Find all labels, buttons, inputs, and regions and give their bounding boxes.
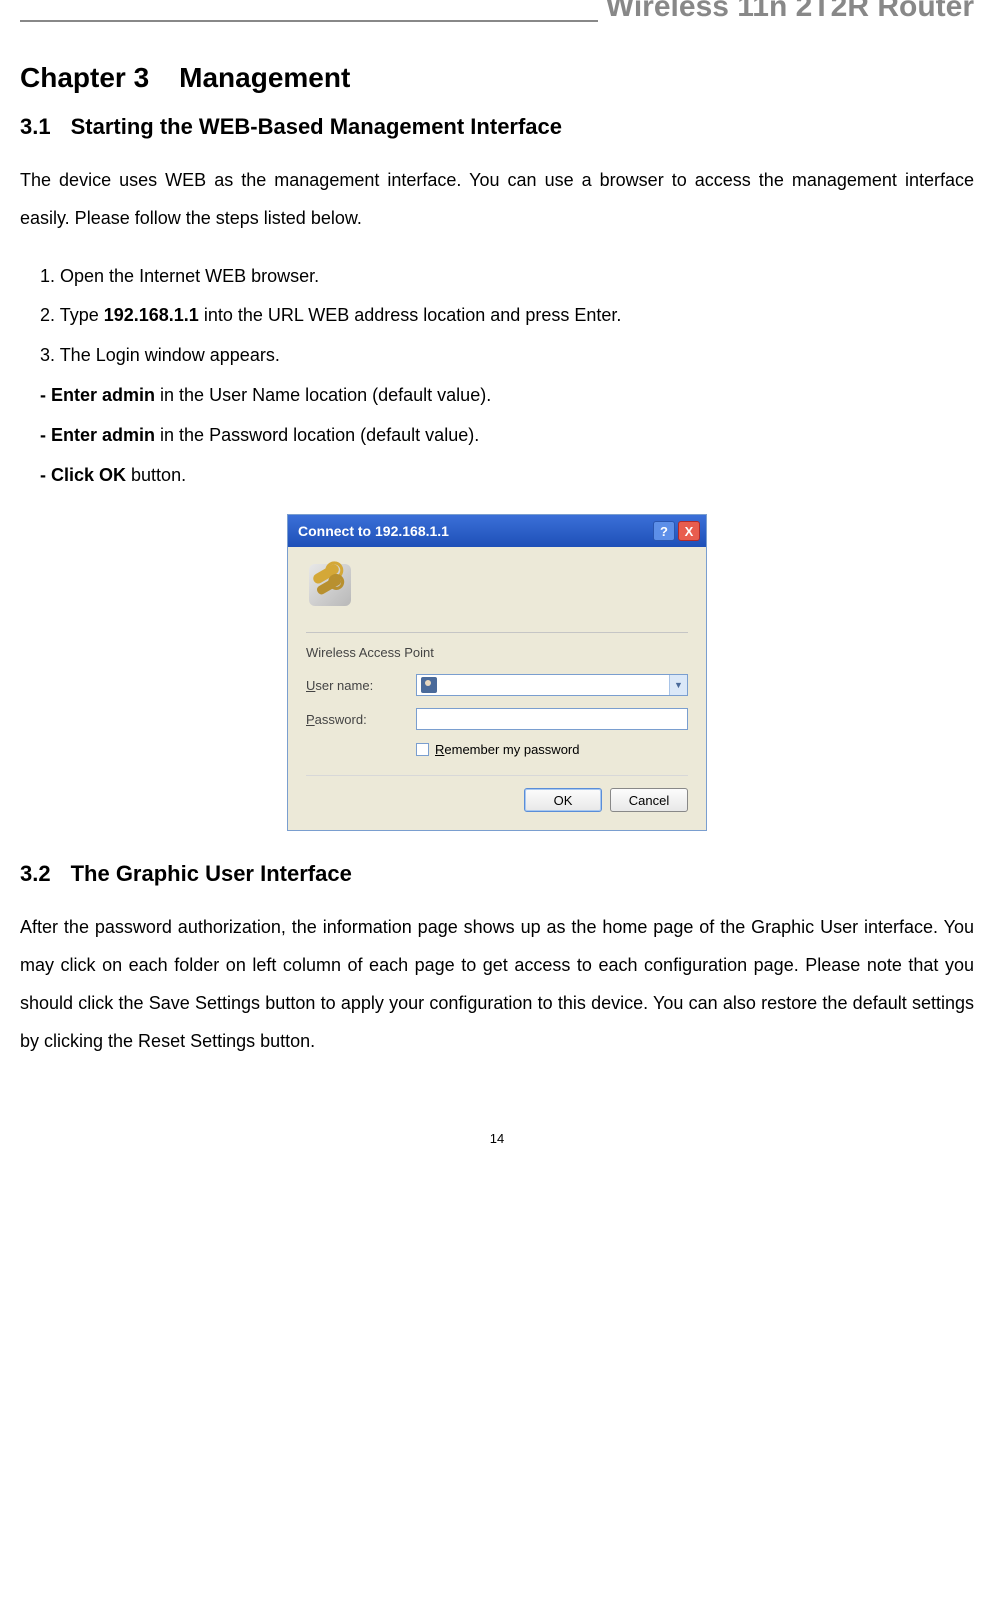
wap-label: Wireless Access Point [306,645,688,660]
section-3-1-heading: 3.1 Starting the WEB-Based Management Int… [20,114,974,140]
step-1: 1. Open the Internet WEB browser. [40,258,974,296]
chapter-number: Chapter 3 [20,62,149,93]
header-title: Wireless 11n 2T2R Router [598,0,974,24]
user-icon [421,677,437,693]
step-2: 2. Type 192.168.1.1 into the URL WEB add… [40,297,974,335]
step-3: 3. The Login window appears. [40,337,974,375]
dialog-titlebar: Connect to 192.168.1.1 ? X [288,515,706,547]
step-6: - Click OK button. [40,457,974,495]
dialog-title-text: Connect to 192.168.1.1 [298,523,449,539]
password-label: Password: [306,712,416,727]
section-3-2-para: After the password authorization, the in… [20,909,974,1060]
username-label: User name: [306,678,416,693]
help-icon[interactable]: ? [653,521,675,541]
ok-button[interactable]: OK [524,788,602,812]
remember-checkbox[interactable] [416,743,429,756]
chapter-heading: Chapter 3 Management [20,62,974,94]
section-3-1-para: The device uses WEB as the management in… [20,162,974,238]
username-input[interactable]: ▼ [416,674,688,696]
section-3-1-number: 3.1 [20,114,51,139]
section-3-2-title: The Graphic User Interface [71,861,352,886]
section-3-2-number: 3.2 [20,861,51,886]
page-number: 14 [0,1101,994,1166]
remember-label: Remember my password [435,742,580,757]
password-input[interactable] [416,708,688,730]
step-4: - Enter admin in the User Name location … [40,377,974,415]
chevron-down-icon[interactable]: ▼ [669,675,687,695]
step-5: - Enter admin in the Password location (… [40,417,974,455]
close-icon[interactable]: X [678,521,700,541]
cancel-button[interactable]: Cancel [610,788,688,812]
section-3-1-title: Starting the WEB-Based Management Interf… [71,114,562,139]
keys-icon [306,561,354,609]
section-3-2-heading: 3.2 The Graphic User Interface [20,861,974,887]
login-dialog: Connect to 192.168.1.1 ? X [287,514,707,831]
chapter-title: Management [179,62,350,93]
